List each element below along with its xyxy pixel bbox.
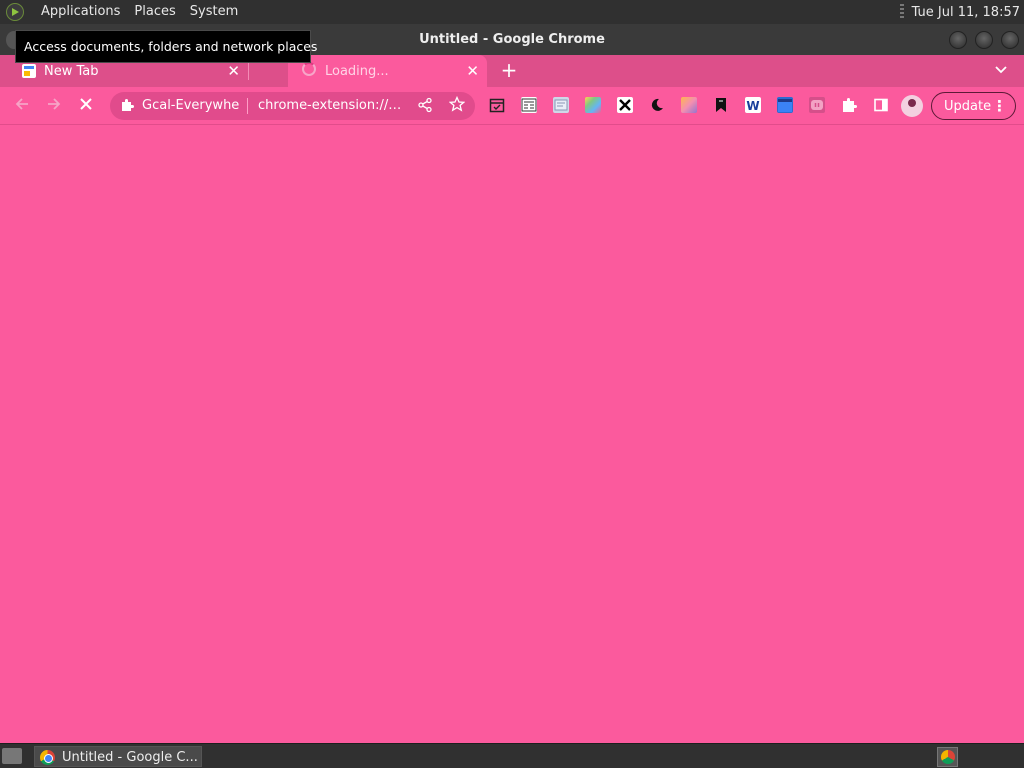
applications-menu[interactable]: Applications [34, 0, 127, 24]
puzzle-icon[interactable] [841, 97, 857, 113]
omnibox[interactable]: Gcal-Everywher chrome-extension://g... [110, 92, 475, 120]
page-content[interactable] [0, 126, 1024, 743]
color-palette-icon[interactable] [585, 97, 601, 113]
tab-separator [248, 62, 249, 80]
share-icon[interactable] [417, 97, 433, 117]
minimize-icon[interactable] [949, 31, 967, 49]
taskbar-window-label: Untitled - Google C... [62, 750, 198, 765]
tab-label: New Tab [44, 64, 99, 79]
update-button[interactable]: Update ⋮ [931, 92, 1016, 120]
browser-toolbar: Gcal-Everywher chrome-extension://g... W [0, 87, 1024, 125]
tray-chrome-button[interactable] [937, 747, 958, 767]
translate-icon[interactable] [553, 97, 569, 113]
distro-logo-icon[interactable] [6, 3, 24, 21]
omnibox-divider [247, 98, 248, 114]
tab-label: Loading... [325, 64, 389, 79]
show-desktop-icon[interactable] [2, 748, 22, 764]
profile-avatar[interactable] [901, 95, 923, 117]
x-icon[interactable] [617, 97, 633, 113]
loading-spinner-icon [302, 62, 316, 76]
back-arrow-icon[interactable] [12, 95, 32, 115]
chrome-tray-icon [941, 750, 955, 764]
new-tab-favicon-icon [22, 64, 36, 78]
system-menu[interactable]: System [183, 0, 245, 24]
panel-clock[interactable]: Tue Jul 11, 18:57 [912, 5, 1020, 20]
gradient-icon[interactable] [681, 97, 697, 113]
top-panel: Applications Places System Tue Jul 11, 1… [0, 0, 1024, 24]
stop-loading-icon[interactable] [76, 95, 96, 115]
pause-icon[interactable] [809, 97, 825, 113]
taskbar-chrome-window[interactable]: Untitled - Google C... [34, 746, 202, 767]
reader-icon[interactable] [521, 97, 537, 113]
places-tooltip: Access documents, folders and network pl… [15, 30, 317, 63]
chrome-icon [40, 750, 55, 765]
new-tab-button[interactable]: + [500, 60, 518, 82]
update-label: Update [944, 99, 992, 114]
maximize-icon[interactable] [975, 31, 993, 49]
places-menu[interactable]: Places [127, 0, 182, 24]
omnibox-site-name: Gcal-Everywher [142, 98, 240, 113]
forward-arrow-icon[interactable] [44, 95, 64, 115]
calendar-icon[interactable] [489, 97, 505, 113]
word-icon[interactable]: W [745, 97, 761, 113]
svg-text:W: W [746, 99, 759, 113]
tab-search-chevron-icon[interactable] [994, 62, 1010, 80]
bottom-taskbar: Untitled - Google C... [0, 743, 1024, 768]
panel-grip-icon[interactable] [899, 4, 904, 20]
tab-loading[interactable]: Loading... ✕ [288, 55, 487, 87]
more-menu-icon[interactable]: ⋮ [992, 97, 1007, 115]
bookmark-star-icon[interactable] [448, 95, 466, 116]
clapper-icon[interactable] [777, 97, 793, 113]
omnibox-url[interactable]: chrome-extension://g... [258, 98, 408, 113]
extension-puzzle-icon [120, 98, 134, 112]
close-tab-icon[interactable]: ✕ [466, 62, 479, 80]
bookmark-icon[interactable] [713, 97, 729, 113]
sidepanel-icon[interactable] [873, 97, 889, 113]
close-tab-icon[interactable]: ✕ [227, 62, 240, 80]
close-window-icon[interactable] [1001, 31, 1019, 49]
moon-icon[interactable] [649, 97, 665, 113]
